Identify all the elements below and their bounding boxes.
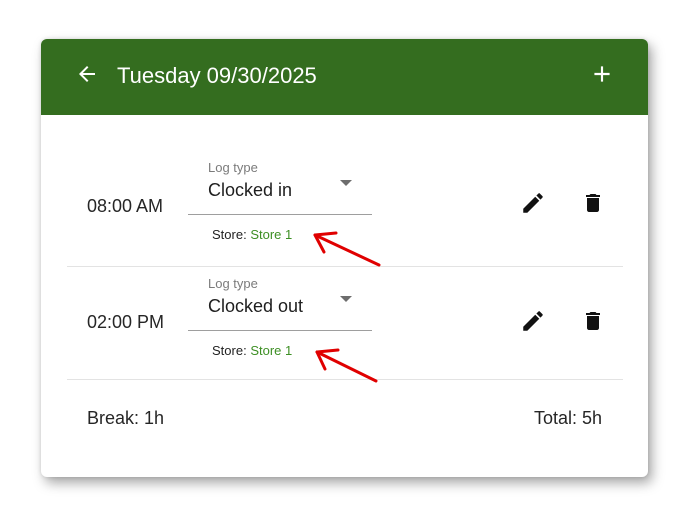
trash-icon[interactable] xyxy=(581,190,605,216)
entry-time: 08:00 AM xyxy=(87,196,164,216)
store-label: Store: xyxy=(212,343,247,358)
store-label: Store: xyxy=(212,227,247,242)
store-info: Store: Store 1 xyxy=(212,343,292,358)
total-duration: Total: 5h xyxy=(533,408,602,428)
log-type-value: Clocked out xyxy=(208,296,304,316)
plus-icon[interactable] xyxy=(589,61,615,87)
page-title: Tuesday 09/30/2025 xyxy=(117,63,317,88)
store-info: Store: Store 1 xyxy=(212,227,292,242)
log-type-select[interactable]: Log type Clocked in xyxy=(188,160,372,215)
pencil-icon[interactable] xyxy=(520,308,546,334)
card-header: Tuesday 09/30/2025 xyxy=(41,39,648,115)
footer-divider xyxy=(67,379,623,380)
caret-down-icon[interactable] xyxy=(340,296,352,302)
log-type-label: Log type xyxy=(208,276,258,291)
store-link[interactable]: Store 1 xyxy=(250,343,292,358)
caret-down-icon[interactable] xyxy=(340,180,352,186)
pencil-icon[interactable] xyxy=(520,190,546,216)
arrow-left-icon[interactable] xyxy=(75,62,99,86)
store-link[interactable]: Store 1 xyxy=(250,227,292,242)
trash-icon[interactable] xyxy=(581,308,605,334)
log-entry: 02:00 PM Log type Clocked out Store: Sto… xyxy=(67,266,623,381)
log-type-select[interactable]: Log type Clocked out xyxy=(188,276,372,331)
log-type-value: Clocked in xyxy=(208,180,293,200)
log-type-label: Log type xyxy=(208,160,258,175)
day-log-card: Tuesday 09/30/2025 08:00 AM Log type Clo… xyxy=(41,39,648,477)
break-duration: Break: 1h xyxy=(87,408,165,428)
entry-time: 02:00 PM xyxy=(87,312,165,332)
log-entry: 08:00 AM Log type Clocked in Store: Stor… xyxy=(67,152,623,266)
